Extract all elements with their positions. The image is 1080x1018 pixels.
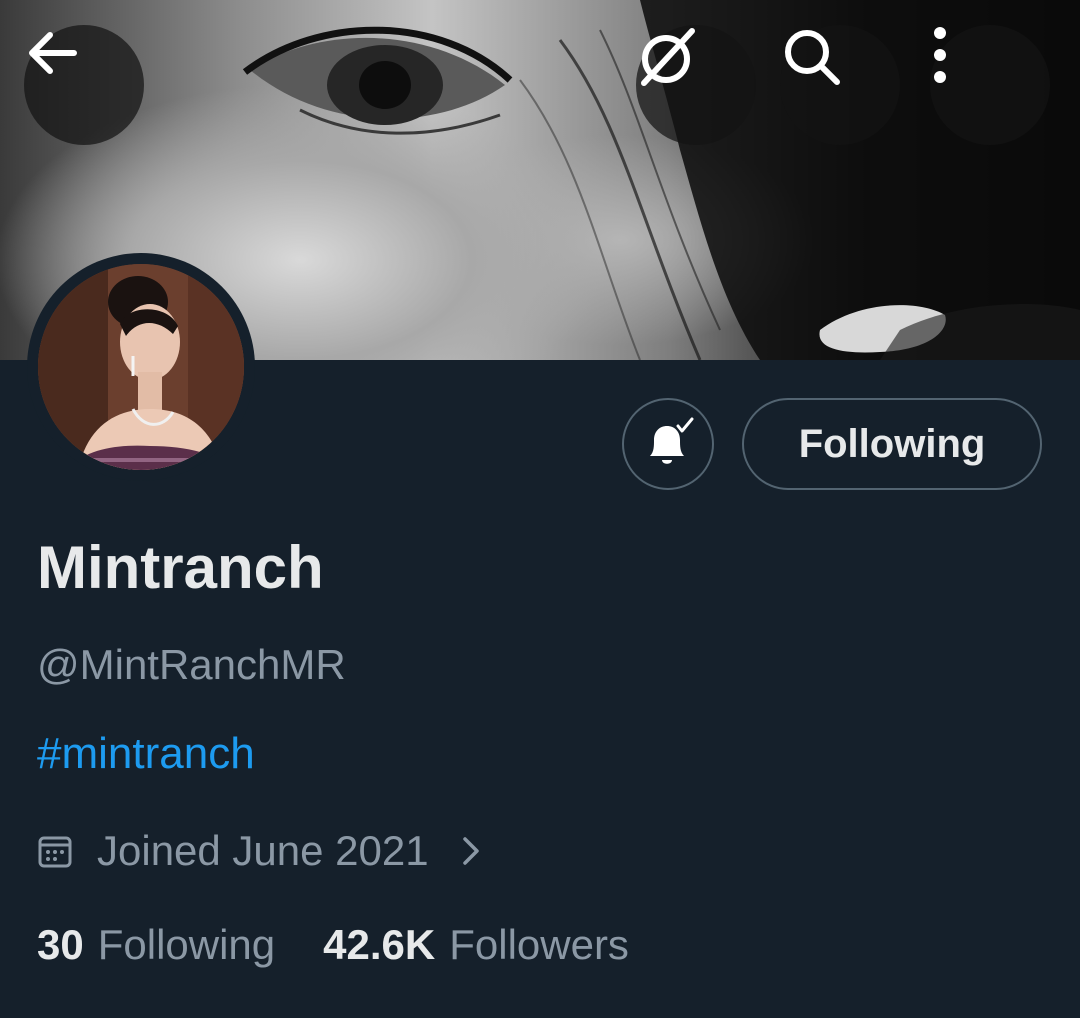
bell-check-icon (650, 417, 694, 464)
followers-count: 42.6K (323, 921, 436, 968)
following-stat[interactable]: 30 Following (37, 921, 275, 969)
bio-hashtag-link[interactable]: #mintranch (37, 726, 255, 782)
more-vertical-icon (934, 27, 946, 83)
user-handle: @MintRanchMR (37, 641, 346, 688)
chevron-right-icon (462, 837, 479, 865)
notifications-button[interactable] (622, 398, 714, 490)
profile-page: Following Mintranch @MintRanchMR #mintra… (0, 0, 1080, 1018)
grok-button[interactable] (636, 25, 756, 145)
back-button[interactable] (24, 25, 144, 145)
arrow-left-icon (29, 32, 77, 74)
following-button[interactable]: Following (742, 398, 1042, 490)
followers-stat[interactable]: 42.6K Followers (323, 921, 629, 969)
following-label: Following (97, 921, 276, 968)
joined-date-text: Joined June 2021 (97, 827, 429, 874)
grok-icon (641, 28, 695, 86)
search-icon (785, 30, 840, 85)
followers-label: Followers (449, 921, 629, 968)
follow-stats: 30 Following 42.6K Followers (37, 916, 629, 974)
display-name: Mintranch (37, 534, 324, 601)
following-count: 30 (37, 921, 84, 968)
avatar-image (38, 264, 244, 470)
joined-date-row[interactable]: Joined June 2021 (37, 822, 487, 880)
avatar[interactable] (27, 253, 255, 481)
search-button[interactable] (780, 25, 900, 145)
more-button[interactable] (930, 25, 1050, 145)
following-button-label: Following (798, 421, 986, 466)
calendar-icon (38, 836, 72, 868)
